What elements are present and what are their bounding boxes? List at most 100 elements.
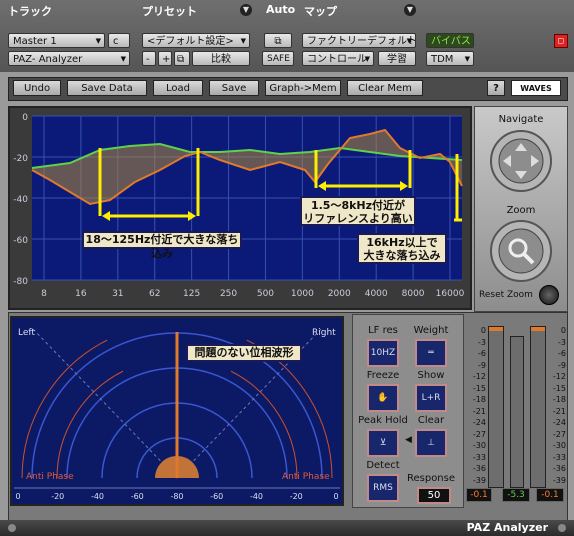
detect-label: Detect: [366, 460, 400, 471]
waves-toolbar: Undo Save Data Load Save Graph->Mem Clea…: [8, 77, 568, 101]
high-annotation: 16kHz以上で 大きな落ち込み: [357, 233, 447, 264]
phase-x-tick-label: -60: [131, 492, 144, 501]
meter-scale-tick: -33: [552, 452, 566, 462]
map-menu-icon[interactable]: ▼: [404, 4, 416, 16]
lf-res-button[interactable]: 10HZ: [367, 339, 399, 367]
preset-label: プリセット: [142, 5, 197, 18]
weight-lines-icon: ═: [428, 348, 434, 358]
mid-annotation-line2: リファレンスより高い: [303, 212, 413, 225]
load-button[interactable]: Load: [153, 80, 203, 96]
preset-selector[interactable]: <デフォルト設定> ▼: [142, 33, 250, 48]
automation-icon[interactable]: ⧉: [264, 33, 292, 48]
meter-scale-tick: -15: [472, 383, 486, 393]
control-label: コントロール: [307, 54, 367, 65]
map-selector[interactable]: ファクトリーデフォルト ▼: [302, 33, 416, 48]
phase-annotation: 問題のない位相波形: [186, 344, 302, 362]
preset-next-button[interactable]: +: [158, 51, 172, 66]
show-button[interactable]: L+R: [415, 384, 447, 412]
anti-phase-arc: [21, 339, 108, 479]
hand-icon: ✋: [377, 393, 389, 403]
map-label: マップ: [304, 5, 337, 18]
auto-label: Auto: [266, 3, 296, 16]
meter-scale-tick: -6: [478, 349, 486, 358]
meter-mid-value: -5.3: [502, 488, 530, 502]
meter-right-peak: [531, 327, 545, 331]
preset-menu-icon[interactable]: ▼: [240, 4, 252, 16]
phase-x-tick-label: -40: [91, 492, 104, 501]
peak-hold-button[interactable]: ⊻: [367, 429, 399, 457]
reset-zoom-label: Reset Zoom: [479, 290, 533, 300]
copy-settings-icon[interactable]: ⧉: [174, 51, 190, 66]
preset-name: <デフォルト設定>: [147, 36, 234, 47]
save-button[interactable]: Save: [209, 80, 259, 96]
meter-scale-tick: -39: [552, 475, 566, 485]
anti-phase-left-label: Anti Phase: [26, 472, 74, 482]
x-tick-label: 500: [257, 289, 274, 299]
meter-scale-tick: -18: [472, 395, 486, 404]
navigation-panel: Navigate Zoom Reset Zoom: [474, 106, 568, 312]
meter-scale-tick: -36: [472, 464, 486, 473]
weight-button[interactable]: ═: [415, 339, 447, 367]
high-annotation-line1: 16kHz以上で: [366, 236, 438, 249]
detect-button[interactable]: RMS: [367, 474, 399, 502]
meter-right-value: -0.1: [536, 488, 564, 502]
meter-scale-tick: -9: [558, 360, 566, 370]
x-tick-label: 4000: [365, 289, 388, 299]
x-tick-label: 16: [75, 289, 87, 299]
clear-mem-button[interactable]: Clear Mem: [347, 80, 423, 96]
phase-x-tick-label: 0: [333, 492, 338, 501]
meter-scale-tick: -30: [552, 441, 566, 450]
phase-x-tick-label: -20: [290, 492, 303, 501]
learn-button[interactable]: 学習: [378, 51, 416, 66]
bypass-button[interactable]: バイパス: [426, 33, 474, 48]
x-tick-label: 2000: [328, 289, 351, 299]
meter-scale-tick: -24: [552, 418, 566, 427]
clear-button[interactable]: ⊥: [415, 429, 447, 457]
meter-scale-tick: -12: [472, 372, 486, 381]
meter-scale-tick: -15: [552, 383, 566, 393]
compare-button[interactable]: 比較: [192, 51, 250, 66]
tdm-label: TDM: [431, 54, 454, 65]
track-channel-selector[interactable]: c: [108, 33, 130, 48]
control-selector[interactable]: コントロール ▼: [302, 51, 374, 66]
x-tick-label: 1000: [291, 289, 314, 299]
response-label: Response: [406, 473, 456, 484]
meter-mid: [510, 336, 524, 488]
mid-annotation-line1: 1.5〜8kHz付近が: [310, 199, 406, 212]
close-icon[interactable]: ◻: [554, 34, 568, 48]
x-tick-label: 8: [41, 289, 47, 299]
y-tick-label: 0: [22, 113, 28, 123]
footer-screw-icon: [8, 524, 16, 532]
plugin-footer: PAZ Analyzer: [0, 520, 574, 536]
save-data-button[interactable]: Save Data: [67, 80, 147, 96]
y-tick-label: -20: [13, 154, 28, 164]
undo-button[interactable]: Undo: [13, 80, 61, 96]
meter-scale-tick: -18: [552, 395, 566, 404]
preset-prev-button[interactable]: -: [142, 51, 156, 66]
meter-scale-tick: -24: [472, 418, 486, 427]
tdm-selector[interactable]: TDM ▼: [426, 51, 474, 66]
level-meters: 0 -3 -6 -9 -12 -15 -18 -21 -24 -27 -30 -33 -36 -39 0 -…: [466, 314, 566, 506]
factory-default-label: ファクトリーデフォルト: [307, 36, 416, 47]
track-selector[interactable]: Master 1 ▼: [8, 33, 105, 48]
plugin-selector[interactable]: PAZ- Analyzer ▼: [8, 51, 130, 66]
meter-scale-tick: -39: [472, 475, 486, 485]
meter-scale-tick: -9: [478, 360, 486, 370]
help-button[interactable]: ?: [487, 80, 505, 96]
graph-to-mem-button[interactable]: Graph->Mem: [265, 80, 341, 96]
zoom-label: Zoom: [506, 205, 536, 216]
mid-annotation: 1.5〜8kHz付近が リファレンスより高い: [300, 196, 416, 226]
navigate-control[interactable]: [489, 129, 553, 193]
track-label: トラック: [8, 5, 52, 18]
x-tick-label: 16000: [436, 289, 465, 299]
meter-left-peak: [489, 327, 503, 331]
safe-button[interactable]: SAFE: [262, 51, 294, 66]
phase-x-tick-label: -40: [250, 492, 263, 501]
freeze-button[interactable]: ✋: [367, 384, 399, 412]
reset-zoom-button[interactable]: [539, 285, 559, 305]
response-value[interactable]: 50: [417, 487, 451, 504]
y-tick-label: -80: [13, 277, 28, 287]
track-name: Master 1: [13, 36, 57, 47]
meter-scale-tick: -12: [552, 372, 566, 381]
zoom-control[interactable]: [489, 219, 553, 283]
